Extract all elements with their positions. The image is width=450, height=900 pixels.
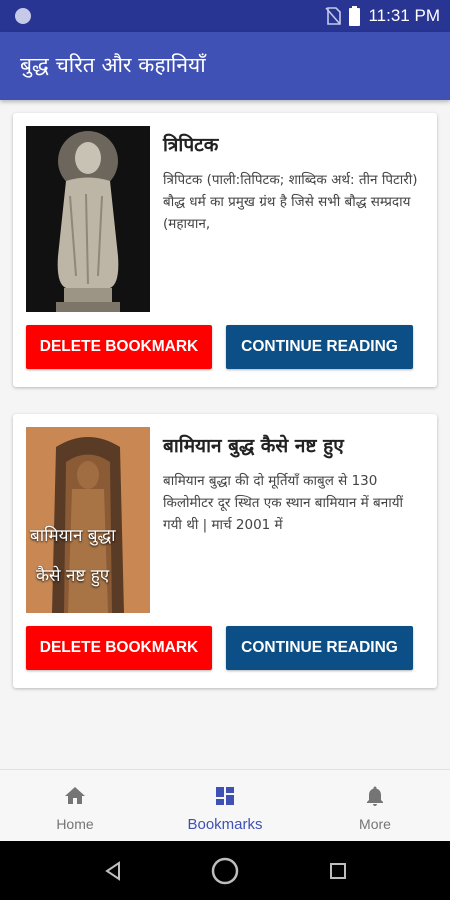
status-bar: 11:31 PM <box>0 0 450 32</box>
buddha-statue-image <box>26 126 150 312</box>
bell-icon <box>367 786 383 806</box>
image-caption: बामियान बुद्धा <box>30 526 116 546</box>
battery-icon <box>349 6 361 26</box>
continue-reading-button[interactable]: CONTINUE READING <box>226 325 413 369</box>
notification-icon <box>15 8 31 24</box>
home-button-icon[interactable] <box>210 856 240 886</box>
article-description: बामियान बुद्धा की दो मूर्तियाँ काबुल से … <box>163 473 404 533</box>
delete-bookmark-button[interactable]: DELETE BOOKMARK <box>26 325 212 369</box>
article-thumbnail[interactable] <box>26 126 150 312</box>
nav-bookmarks-label: Bookmarks <box>187 816 263 833</box>
article-title[interactable]: बामियान बुद्ध कैसे नष्ट हुए <box>163 432 344 458</box>
clock: 11:31 PM <box>368 6 440 25</box>
home-icon <box>65 787 85 804</box>
article-thumbnail[interactable]: बामियान बुद्धा कैसे नष्ट हुए <box>26 427 150 613</box>
no-sim-icon <box>325 7 342 25</box>
app-bar: बुद्ध चरित और कहानियाँ <box>0 32 450 100</box>
status-right: 11:31 PM <box>325 5 440 27</box>
nav-bookmarks[interactable]: Bookmarks <box>150 770 300 842</box>
app-title: बुद्ध चरित और कहानियाँ <box>20 53 206 77</box>
article-description: त्रिपिटक (पाली:तिपिटक; शाब्दिक अर्थ: तीन… <box>163 172 418 232</box>
nav-home-label: Home <box>56 816 94 832</box>
dashboard-icon <box>216 787 234 805</box>
continue-reading-button[interactable]: CONTINUE READING <box>226 626 413 670</box>
nav-more[interactable]: More <box>300 770 450 842</box>
back-icon[interactable] <box>103 861 123 881</box>
system-navigation-bar <box>0 841 450 900</box>
article-title[interactable]: त्रिपिटक <box>163 131 218 157</box>
nav-home[interactable]: Home <box>0 770 150 842</box>
bookmark-card[interactable]: त्रिपिटक त्रिपिटक (पाली:तिपिटक; शाब्दिक … <box>13 113 437 387</box>
image-caption: कैसे नष्ट हुए <box>36 566 110 586</box>
delete-bookmark-button[interactable]: DELETE BOOKMARK <box>26 626 212 670</box>
bookmark-card[interactable]: बामियान बुद्धा कैसे नष्ट हुए बामियान बुद… <box>13 414 437 688</box>
nav-more-label: More <box>359 816 391 832</box>
recents-icon[interactable] <box>329 862 347 880</box>
bottom-navigation: Home Bookmarks More <box>0 769 450 842</box>
